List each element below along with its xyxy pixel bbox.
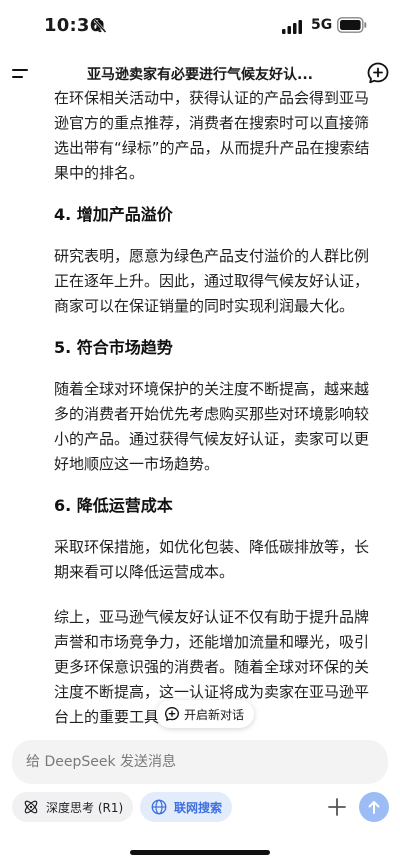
message-input[interactable] bbox=[12, 740, 388, 784]
response-heading: 6. 降低运营成本 bbox=[54, 496, 173, 515]
response-heading: 5. 符合市场趋势 bbox=[54, 338, 173, 357]
app-root: 10:36 5G 亚马逊卖家有必要进行气候友好认... 在环保相关活动中，获得认… bbox=[0, 0, 400, 866]
open-new-chat-label: 开启新对话 bbox=[184, 707, 245, 722]
chat-title: 亚马逊卖家有必要进行气候友好认... bbox=[87, 67, 313, 83]
home-indicator[interactable] bbox=[130, 850, 270, 855]
atom-icon bbox=[24, 800, 38, 814]
signal-icon bbox=[282, 19, 304, 34]
network-label: 5G bbox=[311, 17, 333, 33]
composer: 深度思考 (R1) 联网搜索 bbox=[0, 730, 400, 866]
status-bar: 10:36 5G bbox=[0, 0, 400, 52]
new-chat-pill-icon bbox=[165, 707, 179, 721]
silent-bell-icon bbox=[92, 18, 108, 34]
response-paragraph: 采取环保措施，如优化包装、降低碳排放等，长期来看可以降低运营成本。 bbox=[54, 538, 370, 581]
deepthink-toggle[interactable]: 深度思考 (R1) bbox=[12, 792, 134, 822]
response-paragraph: 随着全球对环境保护的关注度不断提高，越来越多的消费者开始优先考虑购买那些对环境影… bbox=[54, 380, 370, 473]
new-chat-icon[interactable] bbox=[366, 61, 390, 85]
plus-icon[interactable] bbox=[324, 794, 350, 820]
response-heading: 4. 增加产品溢价 bbox=[54, 205, 173, 224]
arrow-up-icon bbox=[368, 801, 380, 814]
chat-response: 在环保相关活动中，获得认证的产品会得到亚马逊官方的重点推荐，消费者在搜索时可以直… bbox=[0, 86, 400, 726]
battery-icon bbox=[337, 17, 367, 33]
deepthink-label: 深度思考 (R1) bbox=[46, 800, 124, 815]
web-search-label: 联网搜索 bbox=[174, 800, 223, 815]
send-button[interactable] bbox=[359, 792, 389, 822]
globe-icon bbox=[151, 799, 167, 815]
response-paragraph: 在环保相关活动中，获得认证的产品会得到亚马逊官方的重点推荐，消费者在搜索时可以直… bbox=[54, 89, 370, 182]
web-search-toggle[interactable]: 联网搜索 bbox=[140, 792, 233, 822]
response-paragraph: 研究表明，愿意为绿色产品支付溢价的人群比例正在逐年上升。因此，通过取得气候友好认… bbox=[54, 247, 370, 315]
menu-icon[interactable] bbox=[10, 63, 32, 85]
open-new-chat-button[interactable]: 开启新对话 bbox=[156, 700, 255, 728]
